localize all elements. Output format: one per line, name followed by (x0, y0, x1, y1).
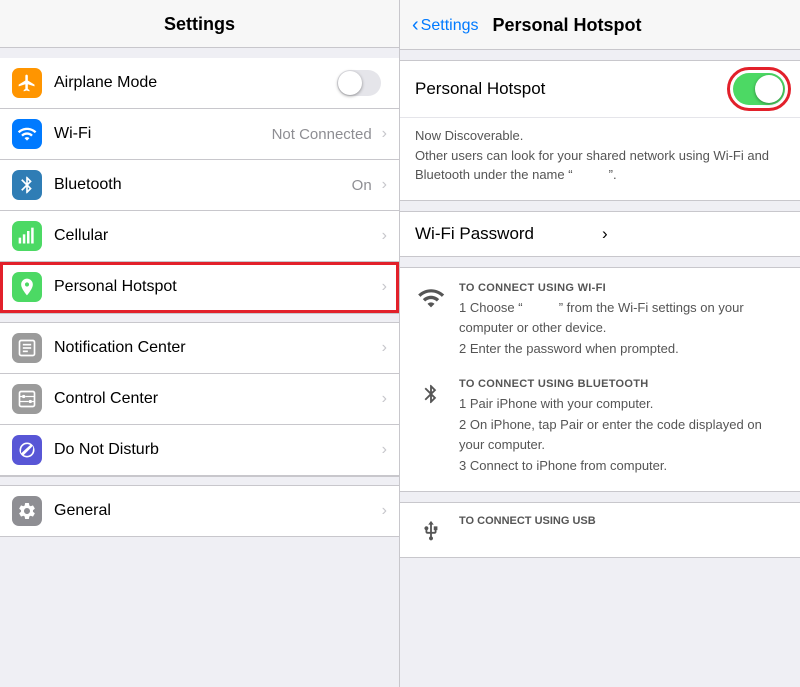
wifi-chevron: › (382, 125, 387, 143)
connect-wifi-steps: 1 Choose “ ” from the Wi-Fi settings on … (459, 298, 785, 360)
wifi-password-chevron: › (602, 224, 785, 244)
connect-bluetooth-title: TO CONNECT USING BLUETOOTH (459, 378, 785, 390)
settings-item-hotspot[interactable]: Personal Hotspot › (0, 262, 399, 313)
bluetooth-label: Bluetooth (54, 176, 352, 194)
back-button[interactable]: ‹ Settings (412, 14, 478, 37)
notification-icon (17, 338, 37, 358)
right-header: ‹ Settings Personal Hotspot (400, 0, 800, 50)
connect-bluetooth-icon (415, 380, 447, 408)
hotspot-toggle-section: Personal Hotspot Now Discoverable. Other… (400, 60, 800, 201)
notification-chevron: › (382, 339, 387, 357)
connect-bluetooth-steps: 1 Pair iPhone with your computer. 2 On i… (459, 394, 785, 477)
bluetooth-icon-box (12, 170, 42, 200)
connect-wifi-text: TO CONNECT USING WI-FI 1 Choose “ ” from… (459, 282, 785, 360)
back-chevron-icon: ‹ (412, 14, 419, 37)
settings-item-controlcenter[interactable]: Control Center › (0, 374, 399, 425)
usb-section: TO CONNECT USING USB (400, 502, 800, 558)
connect-bluetooth-text: TO CONNECT USING BLUETOOTH 1 Pair iPhone… (459, 378, 785, 477)
bluetooth-chevron: › (382, 176, 387, 194)
wifi-icon-box (12, 119, 42, 149)
bluetooth-connect-icon (420, 380, 442, 408)
donotdisturb-chevron: › (382, 441, 387, 459)
airplane-icon (17, 73, 37, 93)
controlcenter-icon (17, 389, 37, 409)
general-label: General (54, 502, 378, 520)
right-panel: ‹ Settings Personal Hotspot Personal Hot… (400, 0, 800, 687)
general-icon (17, 501, 37, 521)
usb-text: TO CONNECT USING USB (459, 515, 596, 531)
settings-item-notification[interactable]: Notification Center › (0, 323, 399, 374)
controlcenter-chevron: › (382, 390, 387, 408)
usb-title: TO CONNECT USING USB (459, 515, 596, 527)
controlcenter-icon-box (12, 384, 42, 414)
cellular-label: Cellular (54, 227, 378, 245)
settings-item-donotdisturb[interactable]: Do Not Disturb › (0, 425, 399, 476)
donotdisturb-label: Do Not Disturb (54, 441, 378, 459)
controlcenter-label: Control Center (54, 390, 378, 408)
cellular-icon (17, 226, 37, 246)
wifi-icon (17, 124, 37, 144)
hotspot-toggle-label: Personal Hotspot (415, 79, 733, 99)
connect-section: TO CONNECT USING WI-FI 1 Choose “ ” from… (400, 267, 800, 493)
bluetooth-icon (17, 175, 37, 195)
discoverable-text: Now Discoverable. Other users can look f… (400, 117, 800, 200)
left-panel: Settings Airplane Mode Wi-Fi Not Connect (0, 0, 400, 687)
connect-wifi-item: TO CONNECT USING WI-FI 1 Choose “ ” from… (415, 282, 785, 360)
wifi-connect-icon (417, 284, 445, 312)
cellular-icon-box (12, 221, 42, 251)
hotspot-icon (17, 277, 37, 297)
settings-list: Airplane Mode Wi-Fi Not Connected › (0, 58, 399, 537)
hotspot-label: Personal Hotspot (54, 278, 378, 296)
donotdisturb-icon (17, 440, 37, 460)
airplane-toggle-knob (338, 71, 362, 95)
settings-item-general[interactable]: General › (0, 486, 399, 537)
hotspot-toggle[interactable] (733, 73, 785, 105)
section-divider-1 (0, 313, 399, 323)
notification-icon-box (12, 333, 42, 363)
settings-item-bluetooth[interactable]: Bluetooth On › (0, 160, 399, 211)
hotspot-icon-box (12, 272, 42, 302)
connect-bluetooth-item: TO CONNECT USING BLUETOOTH 1 Pair iPhone… (415, 378, 785, 477)
wifi-password-row[interactable]: Wi-Fi Password › (400, 211, 800, 257)
hotspot-toggle-row: Personal Hotspot (400, 61, 800, 117)
airplane-icon-box (12, 68, 42, 98)
wifi-value: Not Connected (272, 126, 372, 143)
cellular-chevron: › (382, 227, 387, 245)
settings-title: Settings (164, 14, 235, 34)
connect-wifi-icon (415, 284, 447, 312)
section-divider-2 (0, 476, 399, 486)
general-icon-box (12, 496, 42, 526)
left-header: Settings (0, 0, 399, 48)
notification-label: Notification Center (54, 339, 378, 357)
right-title: Personal Hotspot (492, 15, 641, 36)
hotspot-chevron: › (382, 278, 387, 296)
connect-wifi-title: TO CONNECT USING WI-FI (459, 282, 785, 294)
settings-item-cellular[interactable]: Cellular › (0, 211, 399, 262)
hotspot-toggle-knob (755, 75, 783, 103)
usb-icon (415, 517, 447, 545)
airplane-label: Airplane Mode (54, 74, 337, 92)
general-chevron: › (382, 502, 387, 520)
wifi-label: Wi-Fi (54, 125, 272, 143)
bluetooth-value: On (352, 177, 372, 194)
back-label: Settings (421, 17, 479, 35)
airplane-toggle[interactable] (337, 70, 381, 96)
settings-item-airplane[interactable]: Airplane Mode (0, 58, 399, 109)
wifi-password-label: Wi-Fi Password (415, 224, 598, 244)
hotspot-toggle-wrapper (733, 73, 785, 105)
donotdisturb-icon-box (12, 435, 42, 465)
usb-connect-icon (420, 517, 442, 545)
settings-item-wifi[interactable]: Wi-Fi Not Connected › (0, 109, 399, 160)
